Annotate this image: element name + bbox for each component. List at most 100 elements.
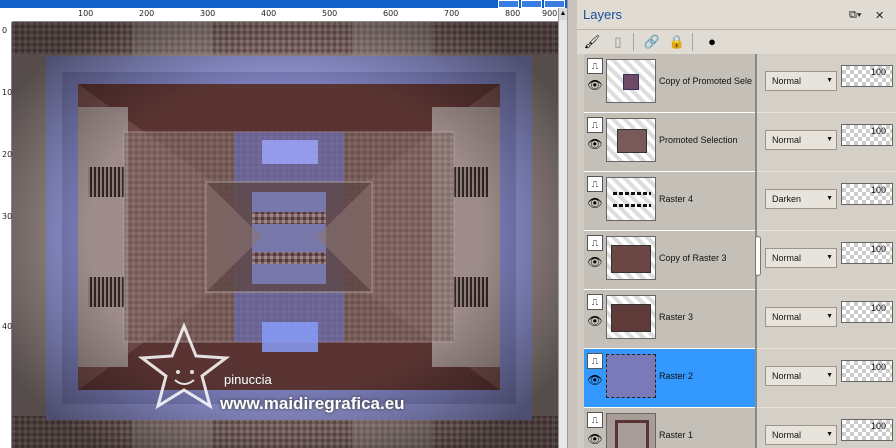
layer-name: Raster 4 [659,194,694,204]
opacity-value: 100 [870,185,886,195]
blend-mode-select[interactable]: Normal ▼ [765,307,837,327]
layer-info[interactable]: ⎍ 👁 Copy of Raster 3 [584,231,755,290]
dropdown-icon: ▼ [826,431,833,438]
opacity-value: 100 [870,303,886,313]
layer-properties: Normal ▼ 100 [757,290,896,349]
visibility-eye-icon[interactable]: 👁 [587,78,603,92]
horizontal-ruler: 100 200 300 400 500 600 700 800 900 [12,8,558,22]
blend-mode-select[interactable]: Normal ▼ [765,366,837,386]
layer-group-icon[interactable]: ⎍ [587,412,603,428]
layer-name: Raster 2 [659,371,694,381]
layer-gutter [577,290,584,349]
layer-gutter [577,54,584,113]
blend-mode-value: Normal [772,430,802,440]
watermark-url: www.maidiregrafica.eu [220,394,405,413]
opacity-value: 100 [870,126,886,136]
mask-icon[interactable]: ● [703,33,721,51]
layer-thumbnail [606,354,656,398]
layer-name: Promoted Selection [659,135,738,145]
layer-gutter [577,172,584,231]
visibility-eye-icon[interactable]: 👁 [587,432,603,446]
opacity-value: 100 [870,244,886,254]
blend-mode-select[interactable]: Normal ▼ [765,130,837,150]
layer-group-icon[interactable]: ⎍ [587,353,603,369]
layer-row-selected[interactable]: ⎍ 👁 Raster 2 Normal ▼ 100 [577,349,896,408]
ruler-label: 500 [322,9,338,18]
ruler-label: 0 [2,26,8,35]
layer-info[interactable]: ⎍ 👁 Raster 2 [584,349,755,408]
layer-group-icon[interactable]: ⎍ [587,176,603,192]
layers-list: ⎍ 👁 Copy of Promoted Sele Normal ▼ 100 ⎍ … [577,54,896,448]
dock-icon[interactable]: ⧉▾ [849,9,861,22]
window-controls [498,0,567,8]
ruler-label: 700 [444,9,460,18]
layer-info[interactable]: ⎍ 👁 Copy of Promoted Sele [584,54,755,113]
layer-thumbnail [606,118,656,162]
layer-thumbnail [606,177,656,221]
link-icon[interactable]: 🔗 [643,33,661,51]
visibility-eye-icon[interactable]: 👁 [587,314,603,328]
paint-icon[interactable]: 🖌 [583,33,601,51]
layer-row[interactable]: ⎍ 👁 Promoted Selection Normal ▼ 100 [577,113,896,172]
layer-name: Copy of Raster 3 [659,253,727,263]
layer-gutter [577,408,584,448]
layer-group-icon[interactable]: ⎍ [587,58,603,74]
toolbar-divider [633,33,634,51]
layer-row[interactable]: ⎍ 👁 Raster 1 Normal ▼ 100 [577,408,896,448]
layer-group-icon[interactable]: ⎍ [587,294,603,310]
layer-info[interactable]: ⎍ 👁 Raster 3 [584,290,755,349]
close-button[interactable] [544,0,565,8]
layer-gutter [577,231,584,290]
visibility-eye-icon[interactable]: 👁 [587,373,603,387]
visibility-eye-icon[interactable]: 👁 [587,255,603,269]
opacity-field[interactable]: 100 [841,419,893,441]
window-title-bar [0,0,567,8]
blend-mode-select[interactable]: Normal ▼ [765,425,837,445]
layers-panel: Layers ⧉▾ ✕ 🖌 ▯ 🔗 🔒 ● ⎍ 👁 Copy of Promot… [577,0,896,448]
image-canvas[interactable]: pinuccia www.maidiregrafica.eu [12,22,558,448]
layer-properties: Darken ▼ 100 [757,172,896,231]
column-resize-handle[interactable] [755,236,761,276]
blend-mode-select[interactable]: Darken ▼ [765,189,837,209]
layer-name: Raster 1 [659,430,694,440]
layer-info[interactable]: ⎍ 👁 Promoted Selection [584,113,755,172]
ruler-label: 600 [383,9,399,18]
ruler-corner [0,8,12,22]
layer-row[interactable]: ⎍ 👁 Raster 3 Normal ▼ 100 [577,290,896,349]
panel-splitter[interactable] [567,0,577,448]
vertical-ruler: 0 100 200 300 400 [0,22,17,448]
canvas-scrollbar[interactable]: ▲ [558,8,567,448]
layer-properties: Normal ▼ 100 [757,231,896,290]
opacity-field[interactable]: 100 [841,183,893,205]
visibility-eye-icon[interactable]: 👁 [587,137,603,151]
opacity-value: 100 [870,362,886,372]
document-icon[interactable]: ▯ [609,33,627,51]
layer-group-icon[interactable]: ⎍ [587,235,603,251]
opacity-field[interactable]: 100 [841,124,893,146]
lock-icon[interactable]: 🔒 [668,33,686,51]
layers-toolbar: 🖌 ▯ 🔗 🔒 ● [577,30,896,55]
layer-group-icon[interactable]: ⎍ [587,117,603,133]
layer-properties: Normal ▼ 100 [757,113,896,172]
dropdown-icon: ▼ [826,372,833,379]
minimize-button[interactable] [498,0,519,8]
opacity-field[interactable]: 100 [841,360,893,382]
ruler-label: 400 [261,9,277,18]
opacity-field[interactable]: 100 [841,301,893,323]
blend-mode-select[interactable]: Normal ▼ [765,71,837,91]
maximize-button[interactable] [521,0,542,8]
opacity-field[interactable]: 100 [841,65,893,87]
blend-mode-select[interactable]: Normal ▼ [765,248,837,268]
layer-row[interactable]: ⎍ 👁 Copy of Raster 3 Normal ▼ 100 [577,231,896,290]
scroll-up-icon[interactable]: ▲ [559,8,567,20]
layer-info[interactable]: ⎍ 👁 Raster 1 [584,408,755,448]
layer-info[interactable]: ⎍ 👁 Raster 4 [584,172,755,231]
blend-mode-value: Normal [772,312,802,322]
visibility-eye-icon[interactable]: 👁 [587,196,603,210]
opacity-value: 100 [870,421,886,431]
opacity-field[interactable]: 100 [841,242,893,264]
close-icon[interactable]: ✕ [875,9,884,22]
layer-row[interactable]: ⎍ 👁 Raster 4 Darken ▼ 100 [577,172,896,231]
layer-row[interactable]: ⎍ 👁 Copy of Promoted Sele Normal ▼ 100 [577,54,896,113]
panel-title: Layers [583,7,623,22]
